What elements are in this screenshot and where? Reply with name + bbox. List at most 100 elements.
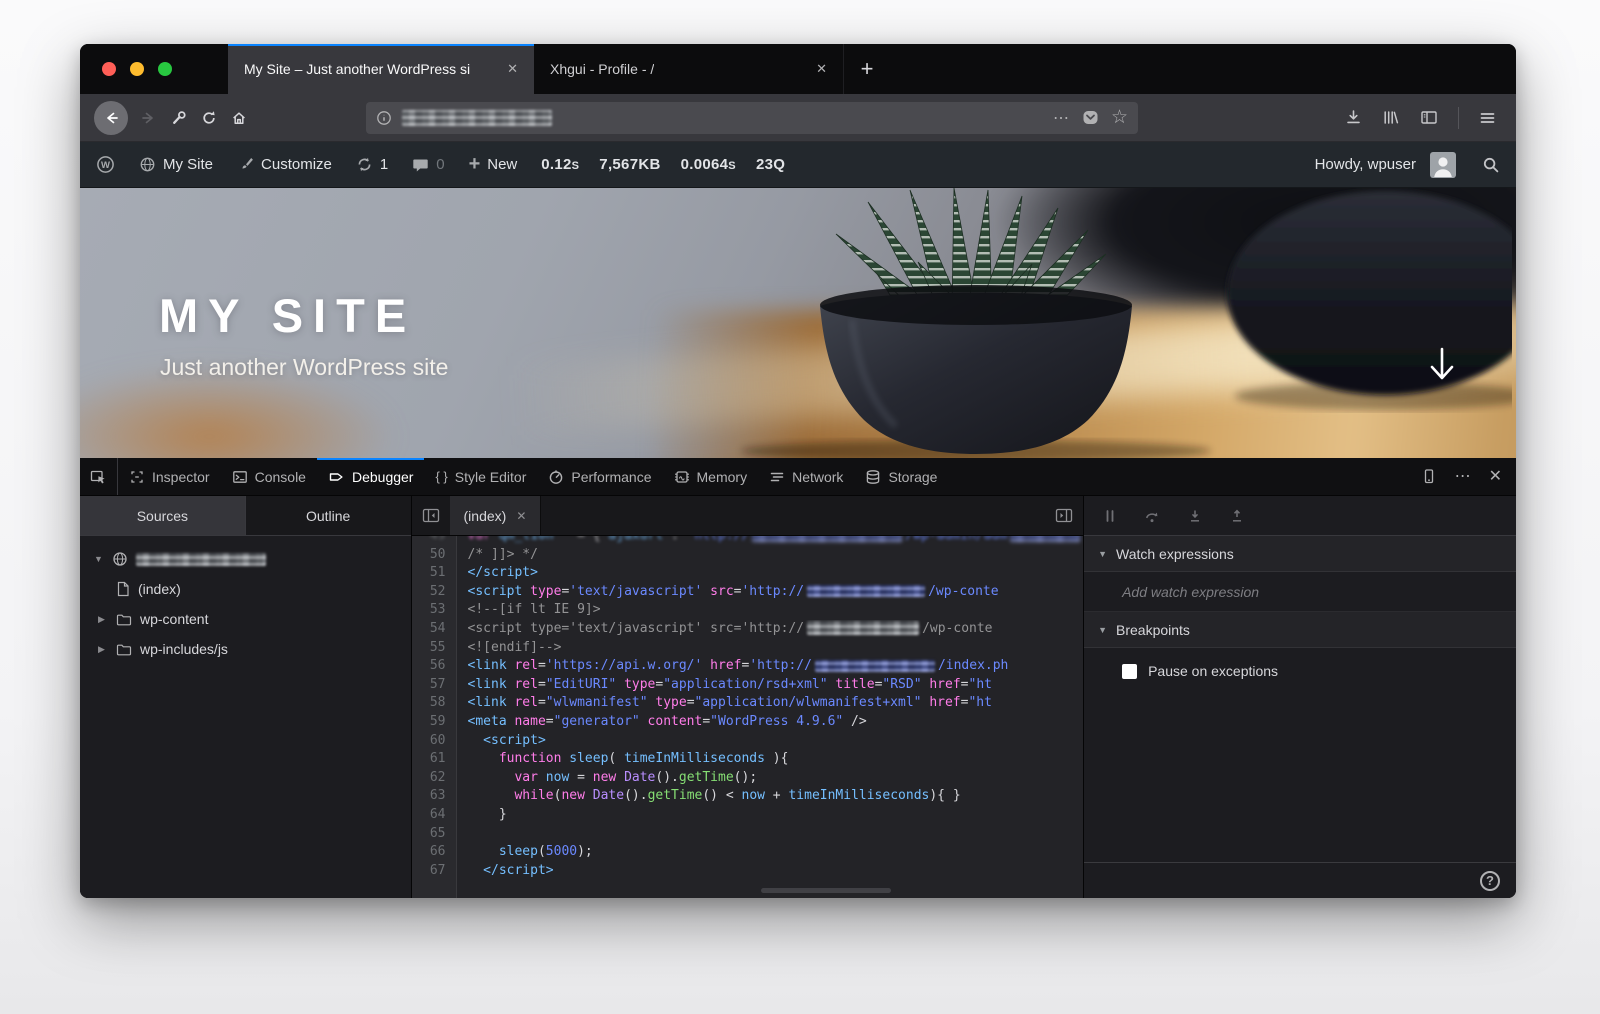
site-title[interactable]: MY SITE	[159, 288, 416, 343]
close-tab-icon[interactable]: ✕	[503, 59, 522, 79]
pause-on-exceptions-row[interactable]: Pause on exceptions	[1084, 648, 1516, 694]
my-site-menu[interactable]: My Site	[139, 156, 213, 173]
code-line[interactable]: 55 <![endif]-->	[412, 639, 1084, 658]
tab-inspector[interactable]: Inspector	[118, 458, 221, 495]
forward-button[interactable]	[134, 103, 164, 133]
tab-storage[interactable]: Storage	[854, 458, 948, 495]
tab-performance[interactable]: Performance	[537, 458, 662, 495]
source-domain-row[interactable]: ▼	[80, 544, 411, 574]
close-devtools-icon[interactable]: ✕	[1489, 468, 1502, 485]
responsive-design-icon[interactable]	[1421, 468, 1437, 485]
code-line[interactable]: 61 function sleep( timeInMilliseconds ){	[412, 750, 1084, 769]
redacted-url-text	[807, 621, 920, 636]
updates-menu[interactable]: 1	[356, 156, 388, 173]
source-folder-wp-content[interactable]: ▶ wp-content	[80, 604, 411, 634]
code-line[interactable]: 62 var now = new Date().getTime();	[412, 769, 1084, 788]
minimize-window-button[interactable]	[130, 62, 144, 76]
tab-memory[interactable]: Memory	[663, 458, 759, 495]
editor-tab-index[interactable]: (index) ✕	[449, 496, 542, 535]
code-line[interactable]: 58 <link rel="wlwmanifest" type="applicat…	[412, 694, 1084, 713]
devtools-menu-icon[interactable]: ⋯	[1455, 468, 1471, 485]
help-icon[interactable]: ?	[1480, 870, 1500, 891]
step-out-icon[interactable]	[1229, 509, 1245, 523]
developer-tools-wrench-button[interactable]	[164, 103, 194, 133]
tab-debugger[interactable]: Debugger	[316, 458, 425, 495]
add-watch-expression-input[interactable]: Add watch expression	[1084, 572, 1516, 612]
back-button[interactable]	[94, 100, 128, 135]
browser-tab-my-site[interactable]: My Site – Just another WordPress si ✕	[228, 44, 534, 94]
node-picker-button[interactable]	[80, 458, 118, 495]
close-tab-icon[interactable]: ✕	[812, 59, 831, 79]
collapse-sources-panel-button[interactable]	[412, 496, 450, 535]
code-line[interactable]: 50/* ]]> */	[412, 546, 1084, 565]
folder-label: wp-includes/js	[140, 641, 228, 657]
code-line[interactable]: 63 while(new Date().getTime() < now + ti…	[412, 787, 1084, 806]
code-line[interactable]: 51 </script>	[412, 564, 1084, 583]
step-in-icon[interactable]	[1187, 509, 1203, 523]
url-bar[interactable]: ⋯ ☆	[366, 101, 1138, 134]
code-line[interactable]: 52 <script type='text/javascript' src='ht…	[412, 583, 1084, 602]
code-line[interactable]: 56 <link rel='https://api.w.org/' href='h…	[412, 657, 1084, 676]
code-line[interactable]: 49var qm_l10n = { ajaxurl : 'http:///wp-…	[412, 536, 1084, 546]
hamburger-menu-icon[interactable]	[1479, 110, 1496, 126]
watch-expressions-header[interactable]: ▼ Watch expressions	[1084, 536, 1516, 572]
redacted-domain-text	[136, 552, 266, 566]
forward-arrow-icon	[142, 112, 153, 123]
step-over-icon[interactable]	[1144, 509, 1161, 523]
horizontal-scrollbar[interactable]	[760, 888, 891, 893]
source-folder-wp-includes[interactable]: ▶ wp-includes/js	[80, 634, 411, 664]
wp-logo-menu[interactable]: W	[96, 155, 115, 174]
code-line[interactable]: 64 }	[412, 806, 1084, 825]
howdy-account-menu[interactable]: Howdy, wpuser	[1315, 156, 1416, 173]
code-line[interactable]: 66 sleep(5000);	[412, 843, 1084, 862]
tab-sources[interactable]: Sources	[80, 496, 245, 535]
download-icon[interactable]	[1345, 109, 1362, 126]
reload-button[interactable]	[194, 103, 224, 133]
tab-console[interactable]: Console	[221, 458, 317, 495]
breakpoints-header[interactable]: ▼ Breakpoints	[1084, 612, 1516, 648]
page-actions-icon[interactable]: ⋯	[1053, 108, 1070, 128]
customize-menu[interactable]: Customize	[237, 156, 332, 173]
close-editor-tab-icon[interactable]: ✕	[516, 509, 526, 523]
bookmark-star-icon[interactable]: ☆	[1111, 108, 1128, 127]
pause-on-exceptions-checkbox[interactable]	[1122, 663, 1138, 679]
code-lines: 49var qm_l10n = { ajaxurl : 'http:///wp-…	[412, 536, 1084, 880]
pocket-icon[interactable]	[1082, 109, 1099, 126]
tab-label: Console	[254, 468, 306, 485]
code-line[interactable]: 67 </script>	[412, 862, 1084, 881]
code-editor: (index) ✕ 49var qm_l10n = { ajaxurl : 'h…	[411, 496, 1084, 898]
caret-right-icon[interactable]: ▶	[98, 644, 108, 655]
tab-network[interactable]: Network	[758, 458, 854, 495]
code-line[interactable]: 53 <!--[if lt IE 9]>	[412, 601, 1084, 620]
search-icon[interactable]	[1482, 156, 1500, 174]
caret-down-icon[interactable]: ▼	[94, 554, 104, 564]
right-panel-filler	[1084, 694, 1516, 862]
code-area[interactable]: 49var qm_l10n = { ajaxurl : 'http:///wp-…	[411, 536, 1084, 898]
library-icon[interactable]	[1382, 109, 1400, 126]
tab-outline[interactable]: Outline	[244, 496, 411, 535]
new-tab-button[interactable]: +	[844, 44, 890, 94]
far-pot	[1227, 191, 1512, 395]
zoom-window-button[interactable]	[158, 62, 172, 76]
back-arrow-icon	[107, 112, 118, 123]
code-line[interactable]: 65	[412, 825, 1084, 844]
close-window-button[interactable]	[102, 62, 116, 76]
code-line[interactable]: 54 <script type='text/javascript' src='ht…	[412, 620, 1084, 639]
code-line[interactable]: 57 <link rel="EditURI" type="application/…	[412, 676, 1084, 695]
sidebar-toggle-icon[interactable]	[1420, 109, 1438, 126]
code-line[interactable]: 59 <meta name="generator" content="WordPr…	[412, 713, 1084, 732]
scroll-down-arrow-icon[interactable]	[1426, 344, 1458, 388]
avatar[interactable]	[1430, 151, 1456, 178]
tab-style-editor[interactable]: { } Style Editor	[424, 458, 537, 495]
home-button[interactable]	[224, 103, 254, 133]
caret-right-icon[interactable]: ▶	[98, 614, 108, 625]
comments-menu[interactable]: 0	[412, 156, 445, 173]
query-monitor-stats[interactable]: 0.12s 7,567KB 0.0064s 23Q	[541, 156, 785, 173]
source-file-index[interactable]: (index)	[80, 574, 411, 604]
new-content-menu[interactable]: + New	[469, 154, 518, 174]
browser-tab-xhgui[interactable]: Xhgui - Profile - / ✕	[534, 44, 844, 94]
expand-panel-button[interactable]	[1045, 496, 1083, 535]
code-line[interactable]: 60 <script>	[412, 732, 1084, 751]
pause-icon[interactable]	[1102, 509, 1118, 523]
site-info-icon[interactable]	[376, 110, 392, 126]
